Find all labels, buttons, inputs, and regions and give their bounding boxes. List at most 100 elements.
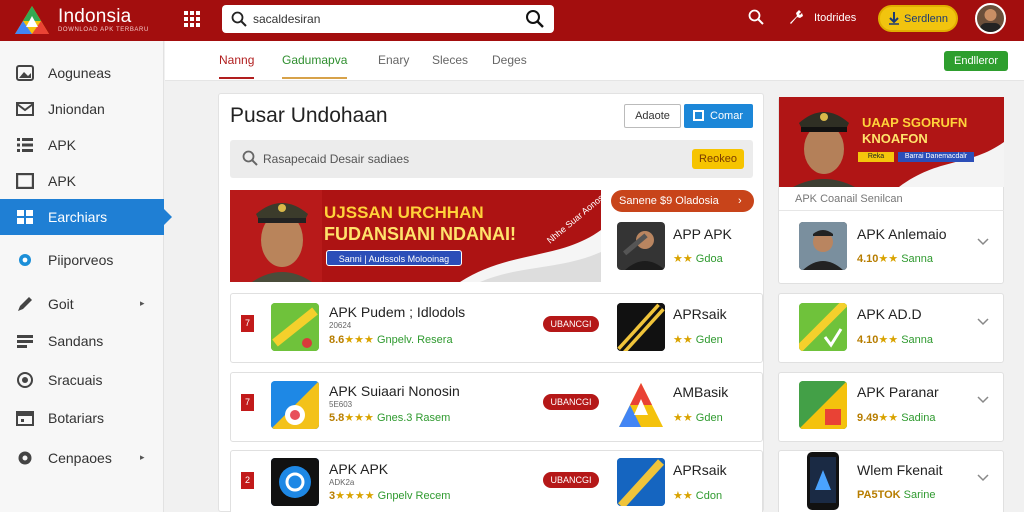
app-meta: Gnes.3 Rasem xyxy=(376,412,451,424)
sidebar-item-label: Earchiars xyxy=(48,209,108,225)
star-icon: ★★ xyxy=(878,412,899,424)
sidebar-item-label: Sandans xyxy=(48,333,104,349)
app-icon[interactable] xyxy=(799,381,847,429)
wrench-icon[interactable] xyxy=(788,9,804,25)
status-badge[interactable]: UBANCGI xyxy=(543,394,599,410)
app-source: Cdon xyxy=(695,490,723,502)
right-banner-headline-1: UAAP SGORUFN xyxy=(862,115,968,130)
app-icon[interactable] xyxy=(271,303,319,351)
app-name[interactable]: APK Anlemaio xyxy=(857,226,947,242)
sidebar-item-cenpaoes[interactable]: Cenpaoes ▸ xyxy=(0,440,164,476)
sidebar-item-goit[interactable]: Goit ▸ xyxy=(0,286,164,322)
mail-icon xyxy=(16,102,34,116)
app-source: Sarine xyxy=(903,489,936,501)
app-name[interactable]: APK APK xyxy=(329,461,388,477)
user-avatar-icon xyxy=(980,9,1001,32)
download-button[interactable]: Serdlenn xyxy=(878,5,958,32)
app-rating: 5.8★★★ Gnes.3 Rasem xyxy=(329,411,450,424)
sidebar-item-aoguneas[interactable]: Aoguneas xyxy=(0,55,164,91)
rank-badge: 7 xyxy=(241,315,254,332)
tab-sleces[interactable]: Sleces xyxy=(432,53,468,67)
chevron-down-icon[interactable] xyxy=(977,396,989,404)
tab-nanng[interactable]: Nanng xyxy=(219,53,255,79)
comar-button[interactable]: Comar xyxy=(684,104,753,128)
search-icon xyxy=(231,11,247,27)
brand-name[interactable]: Indonsia xyxy=(58,6,131,28)
tab-enary[interactable]: Enary xyxy=(378,53,409,67)
status-badge[interactable]: UBANCGI xyxy=(543,472,599,488)
stripe-icon xyxy=(617,458,665,506)
sidebar-item-label: Goit xyxy=(48,296,74,312)
chevron-down-icon[interactable] xyxy=(977,474,989,482)
user-label[interactable]: Itodrides xyxy=(814,12,856,24)
target-icon xyxy=(17,372,33,388)
app-name[interactable]: APRsaik xyxy=(673,462,727,478)
app-icon[interactable] xyxy=(617,458,665,506)
adaote-button[interactable]: Adaote xyxy=(624,104,681,128)
app-rating: 9.49★★ Sadina xyxy=(857,411,935,424)
tab-gadumapva[interactable]: Gadumapva xyxy=(282,53,347,79)
app-icon[interactable] xyxy=(617,303,665,351)
swirl-icon xyxy=(271,381,319,429)
sidebar-item-label: APK xyxy=(48,173,77,189)
soldier-icon xyxy=(622,231,665,270)
app-name[interactable]: APK Suiaari Nonosin xyxy=(329,383,460,399)
chevron-right-icon: ▸ xyxy=(140,452,145,462)
apps-grid-icon[interactable] xyxy=(184,11,200,27)
app-rating: ★★ Gden xyxy=(673,411,723,424)
featured-pill[interactable]: Sanene $9 Oladosia › xyxy=(611,190,754,212)
top-search-input[interactable]: sacaldesiran xyxy=(253,12,320,26)
sidebar-item-apk-list[interactable]: APK xyxy=(0,127,164,163)
at-sign-icon xyxy=(271,458,319,506)
app-icon[interactable] xyxy=(617,381,665,429)
status-badge[interactable]: UBANCGI xyxy=(543,316,599,332)
app-name[interactable]: AMBasik xyxy=(673,384,728,400)
tab-deges[interactable]: Deges xyxy=(492,53,527,67)
header-search-icon[interactable] xyxy=(748,9,764,25)
sidebar-item-label: Aoguneas xyxy=(48,65,112,81)
app-icon[interactable] xyxy=(807,452,839,510)
chevron-down-icon[interactable] xyxy=(977,238,989,246)
sidebar-item-piiporveos[interactable]: Piiporveos xyxy=(0,242,164,278)
app-icon[interactable] xyxy=(799,303,847,351)
sidebar-item-label: Jniondan xyxy=(48,101,105,117)
sidebar-item-jniondan[interactable]: Jniondan xyxy=(0,91,164,127)
banner-pill: Sanni | Audssols Molooinag xyxy=(326,250,462,266)
phone-icon xyxy=(810,457,836,503)
star-icon: ★★ xyxy=(673,490,693,502)
chevron-down-icon[interactable] xyxy=(977,318,989,326)
logo-icon[interactable] xyxy=(14,5,50,35)
avatar[interactable] xyxy=(975,3,1006,34)
sidebar-item-label: Botariars xyxy=(48,410,105,426)
app-icon[interactable] xyxy=(271,381,319,429)
app-icon[interactable] xyxy=(799,222,847,270)
calendar-icon xyxy=(16,411,34,426)
app-meta: Gnpelv. Resera xyxy=(376,334,453,346)
apk-logo-icon xyxy=(799,381,847,429)
featured-app-name[interactable]: APP APK xyxy=(673,226,732,242)
app-icon[interactable] xyxy=(271,458,319,506)
star-icon: ★★★ xyxy=(344,412,374,424)
sidebar-item-earchiars[interactable]: Earchiars xyxy=(0,199,172,235)
sidebar-item-sandans[interactable]: Sandans xyxy=(0,323,164,359)
sidebar-item-botariars[interactable]: Botariars xyxy=(0,400,164,436)
sidebar-item-sracuais[interactable]: Sracuais xyxy=(0,362,164,398)
image-icon xyxy=(16,65,34,81)
app-name[interactable]: APK Pudem ; Idlodols xyxy=(329,304,465,320)
featured-app-icon[interactable] xyxy=(617,222,665,270)
app-source: Gden xyxy=(695,334,723,346)
app-name[interactable]: APK AD.D xyxy=(857,306,922,322)
app-name[interactable]: APK Paranar xyxy=(857,384,939,400)
search-submit-icon[interactable] xyxy=(525,9,545,29)
sidebar-item-apk-box[interactable]: APK xyxy=(0,163,164,199)
tab-action-button[interactable]: Endlleror xyxy=(944,51,1008,71)
top-search-bar[interactable]: sacaldesiran xyxy=(222,5,554,33)
rating-score: PA5TOK xyxy=(857,489,901,501)
app-name[interactable]: APRsaik xyxy=(673,306,727,322)
officer-portrait xyxy=(793,112,855,187)
app-name[interactable]: Wlem Fkenait xyxy=(857,462,943,478)
content-search-input[interactable]: Rasapecaid Desair sadiaes xyxy=(263,152,409,166)
search-go-button[interactable]: Reokeo xyxy=(692,149,744,169)
gear-icon xyxy=(19,254,31,266)
content-search-bar[interactable]: Rasapecaid Desair sadiaes Reokeo xyxy=(230,140,753,178)
